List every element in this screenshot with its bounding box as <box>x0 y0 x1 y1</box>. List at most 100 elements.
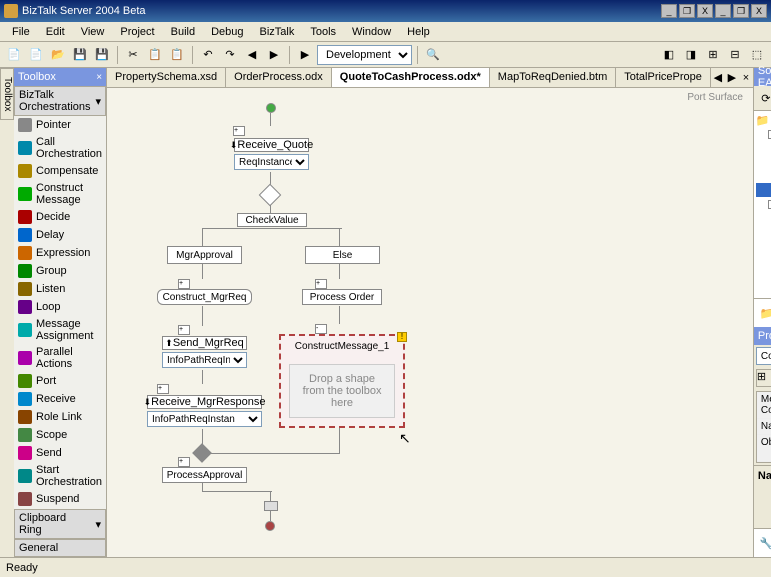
tree-file-orderprocess-odx[interactable]: 📄OrderProcess.odx <box>756 169 771 183</box>
general-category[interactable]: General <box>14 539 106 557</box>
toolbox-close-icon[interactable]: × <box>96 72 102 83</box>
toolbox-item-receive[interactable]: Receive <box>14 390 106 408</box>
tab-orderprocess[interactable]: OrderProcess.odx <box>226 68 332 87</box>
tab-propertyschema[interactable]: PropertySchema.xsd <box>107 68 226 87</box>
decision-diamond[interactable] <box>259 184 282 207</box>
drop-zone[interactable]: Drop a shape from the toolbox here <box>289 364 395 418</box>
properties-grid[interactable]: Messages Constr⚠NameConstructMessage_1Ob… <box>756 391 771 463</box>
undo-icon[interactable]: ↶ <box>198 45 218 65</box>
construct-mgrreq-shape[interactable]: Construct_MgrReq <box>157 289 252 305</box>
expand-toggle[interactable]: + <box>315 279 327 289</box>
mgrapproval-shape[interactable]: MgrApproval <box>167 246 242 264</box>
end-node[interactable] <box>265 521 275 531</box>
menu-tools[interactable]: Tools <box>302 24 344 40</box>
start-node[interactable] <box>266 103 276 113</box>
minimize-button-2[interactable]: _ <box>715 4 731 18</box>
run-icon[interactable]: ▶ <box>295 45 315 65</box>
toolbox-item-start-orchestration[interactable]: Start Orchestration <box>14 462 106 490</box>
solution-tree[interactable]: 📁 Solution 'ContosoEAISolution' (2 proje… <box>754 111 771 298</box>
expand-toggle[interactable]: + <box>178 325 190 335</box>
tab-totalpriceprop[interactable]: TotalPricePrope <box>616 68 711 87</box>
toolbox-item-delay[interactable]: Delay <box>14 226 106 244</box>
toolbox-item-pointer[interactable]: Pointer <box>14 116 106 134</box>
restore-button-2[interactable]: ❐ <box>733 4 749 18</box>
nav-back-icon[interactable]: ◀ <box>242 45 262 65</box>
toolbox-item-group[interactable]: Group <box>14 262 106 280</box>
toolbox-item-message-assignment[interactable]: Message Assignment <box>14 316 106 344</box>
property-row[interactable]: Messages Constr⚠ <box>757 392 771 419</box>
config-dropdown[interactable]: Development <box>317 45 412 65</box>
else-shape[interactable]: Else <box>305 246 380 264</box>
tab-prev-icon[interactable]: ◀ <box>711 68 725 87</box>
tab-next-icon[interactable]: ▶ <box>725 68 739 87</box>
tab-solution-explorer[interactable]: 📁 Solution Explorer <box>754 299 771 327</box>
tab-close-icon[interactable]: × <box>739 68 753 87</box>
tool-icon-1[interactable]: ◧ <box>659 45 679 65</box>
menu-edit[interactable]: Edit <box>38 24 73 40</box>
menu-debug[interactable]: Debug <box>203 24 251 40</box>
tree-file-qtypropertyschema-xsd[interactable]: 📄QtyPropertySchema.xsd <box>756 253 771 267</box>
refresh-icon[interactable]: ⟳ <box>756 88 771 108</box>
processapproval-shape[interactable]: ProcessApproval <box>162 467 247 483</box>
tree-file-request-xsd[interactable]: 📄Request.xsd <box>756 267 771 281</box>
cut-icon[interactable]: ✂ <box>123 45 143 65</box>
req-instance-select[interactable]: ReqInstance <box>234 154 309 170</box>
tool-icon-3[interactable]: ⊞ <box>703 45 723 65</box>
copy-icon[interactable]: 📋 <box>145 45 165 65</box>
property-row[interactable]: Object TypeConstruct Message <box>757 435 771 462</box>
tree-references[interactable]: + 📚 References <box>756 141 771 155</box>
categorized-icon[interactable]: ⊞ <box>756 369 771 387</box>
infopath-reqins-select[interactable]: InfoPathReqIns <box>162 352 247 368</box>
expand-toggle[interactable]: + <box>178 457 190 467</box>
checkvalue-shape[interactable]: CheckValue <box>237 213 307 227</box>
tree-references-2[interactable]: + 📚 References <box>756 211 771 225</box>
restore-button[interactable]: ❐ <box>679 4 695 18</box>
toolbox-vert-tab[interactable]: Toolbox <box>0 68 14 120</box>
toolbox-item-parallel-actions[interactable]: Parallel Actions <box>14 344 106 372</box>
tree-project-eaiorchestration[interactable]: - 📦 EAIOrchestration <box>756 127 771 141</box>
menu-biztalk[interactable]: BizTalk <box>252 24 303 40</box>
process-order-shape[interactable]: Process Order <box>302 289 382 305</box>
toolbox-item-construct-message[interactable]: Construct Message <box>14 180 106 208</box>
save-all-icon[interactable]: 💾 <box>92 45 112 65</box>
toolbox-item-role-link[interactable]: Role Link <box>14 408 106 426</box>
menu-project[interactable]: Project <box>112 24 162 40</box>
expand-toggle[interactable]: + <box>178 279 190 289</box>
find-icon[interactable]: 🔍 <box>423 45 443 65</box>
open-icon[interactable]: 📂 <box>48 45 68 65</box>
redo-icon[interactable]: ↷ <box>220 45 240 65</box>
property-row[interactable]: NameConstructMessage_1 <box>757 419 771 435</box>
tree-project-eaischemas[interactable]: - 📦 EAISchemas <box>756 197 771 211</box>
menu-build[interactable]: Build <box>163 24 203 40</box>
receive-quote-shape[interactable]: ⬇ Receive_Quote <box>234 138 309 152</box>
expand-toggle[interactable]: + <box>157 384 169 394</box>
constructmessage-1-shape[interactable]: ConstructMessage_1 Drop a shape from the… <box>279 334 405 428</box>
toolbox-item-suspend[interactable]: Suspend <box>14 490 106 508</box>
expand-toggle[interactable]: - <box>315 324 327 334</box>
toolbox-item-port[interactable]: Port <box>14 372 106 390</box>
tool-icon-2[interactable]: ◨ <box>681 45 701 65</box>
tree-file-invoiceprocess-odx[interactable]: 📄InvoiceProcess.odx <box>756 155 771 169</box>
save-icon[interactable]: 💾 <box>70 45 90 65</box>
close-button-2[interactable]: X <box>751 4 767 18</box>
menu-window[interactable]: Window <box>344 24 399 40</box>
toolbox-item-listen[interactable]: Listen <box>14 280 106 298</box>
toolbox-item-send[interactable]: Send <box>14 444 106 462</box>
toolbox-category[interactable]: BizTalk Orchestrations ▾ <box>14 86 106 116</box>
tree-file-maptoreqdenied-btm[interactable]: 📄MapToReqDenied.btm <box>756 239 771 253</box>
receive-mgrresponse-shape[interactable]: ⬇ Receive_MgrResponse <box>147 395 262 409</box>
toolbox-item-compensate[interactable]: Compensate <box>14 162 106 180</box>
menu-view[interactable]: View <box>73 24 113 40</box>
menu-help[interactable]: Help <box>399 24 438 40</box>
tab-quotetocash[interactable]: QuoteToCashProcess.odx* <box>332 68 490 87</box>
tab-properties[interactable]: 🔧 Properties <box>754 529 771 557</box>
tab-maptoreqdenied[interactable]: MapToReqDenied.btm <box>490 68 616 87</box>
tool-icon-4[interactable]: ⊟ <box>725 45 745 65</box>
properties-object-selector[interactable]: ConstructMessage_1 Construct M <box>756 347 771 365</box>
toolbox-item-scope[interactable]: Scope <box>14 426 106 444</box>
toolbox-item-call-orchestration[interactable]: Call Orchestration <box>14 134 106 162</box>
minimize-button[interactable]: _ <box>661 4 677 18</box>
tool-icon-5[interactable]: ⬚ <box>747 45 767 65</box>
tree-file-infopathreq-xsd[interactable]: 📄InfoPathReq.xsd <box>756 225 771 239</box>
tree-solution-root[interactable]: 📁 Solution 'ContosoEAISolution' (2 proje <box>756 113 771 127</box>
